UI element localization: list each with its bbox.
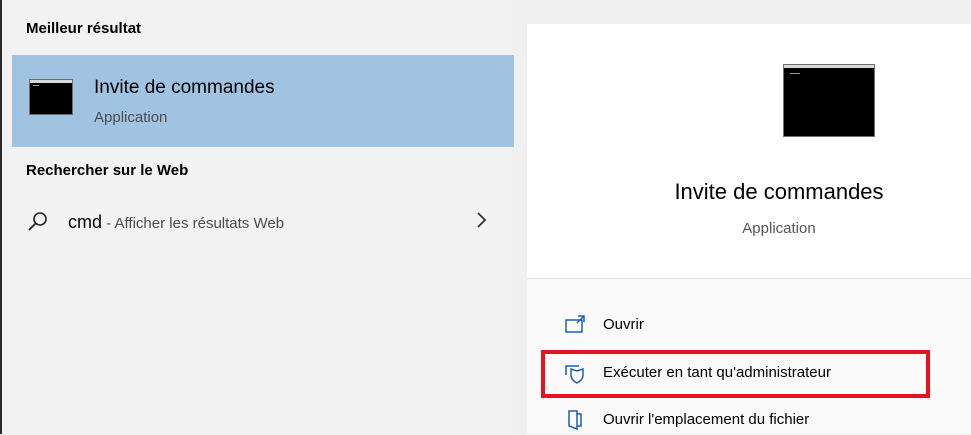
web-search-heading: Rechercher sur le Web bbox=[26, 162, 189, 179]
web-query-text: cmd - Afficher les résultats Web bbox=[68, 212, 284, 233]
details-pane: Invite de commandes Application Ouvrir E… bbox=[527, 24, 971, 434]
open-file-location-label: Ouvrir l'emplacement du fichier bbox=[603, 411, 810, 428]
open-icon bbox=[565, 315, 585, 333]
web-query: cmd bbox=[68, 212, 103, 232]
web-search-result[interactable]: cmd - Afficher les résultats Web bbox=[12, 200, 514, 246]
chevron-right-icon[interactable] bbox=[474, 208, 490, 232]
best-result-heading: Meilleur résultat bbox=[26, 20, 142, 37]
open-action-label: Ouvrir bbox=[603, 316, 644, 333]
app-subtitle: Application bbox=[742, 220, 816, 237]
file-location-icon bbox=[568, 410, 582, 431]
open-file-location-action[interactable]: Ouvrir l'emplacement du fichier bbox=[549, 405, 929, 435]
web-separator: - bbox=[102, 215, 115, 232]
red-highlight-box bbox=[541, 350, 930, 398]
search-icon bbox=[28, 212, 47, 231]
command-prompt-icon bbox=[29, 79, 73, 115]
command-prompt-large-icon bbox=[783, 64, 875, 137]
best-result-title: Invite de commandes bbox=[94, 77, 275, 98]
app-details-header: Invite de commandes Application bbox=[527, 24, 971, 279]
web-description: Afficher les résultats Web bbox=[114, 215, 285, 232]
open-action[interactable]: Ouvrir bbox=[549, 310, 929, 340]
search-results-pane: Meilleur résultat Invite de commandes Ap… bbox=[0, 0, 514, 434]
app-title: Invite de commandes bbox=[674, 179, 884, 204]
best-result-item[interactable]: Invite de commandes Application bbox=[12, 55, 514, 147]
best-result-subtitle: Application bbox=[94, 109, 168, 126]
